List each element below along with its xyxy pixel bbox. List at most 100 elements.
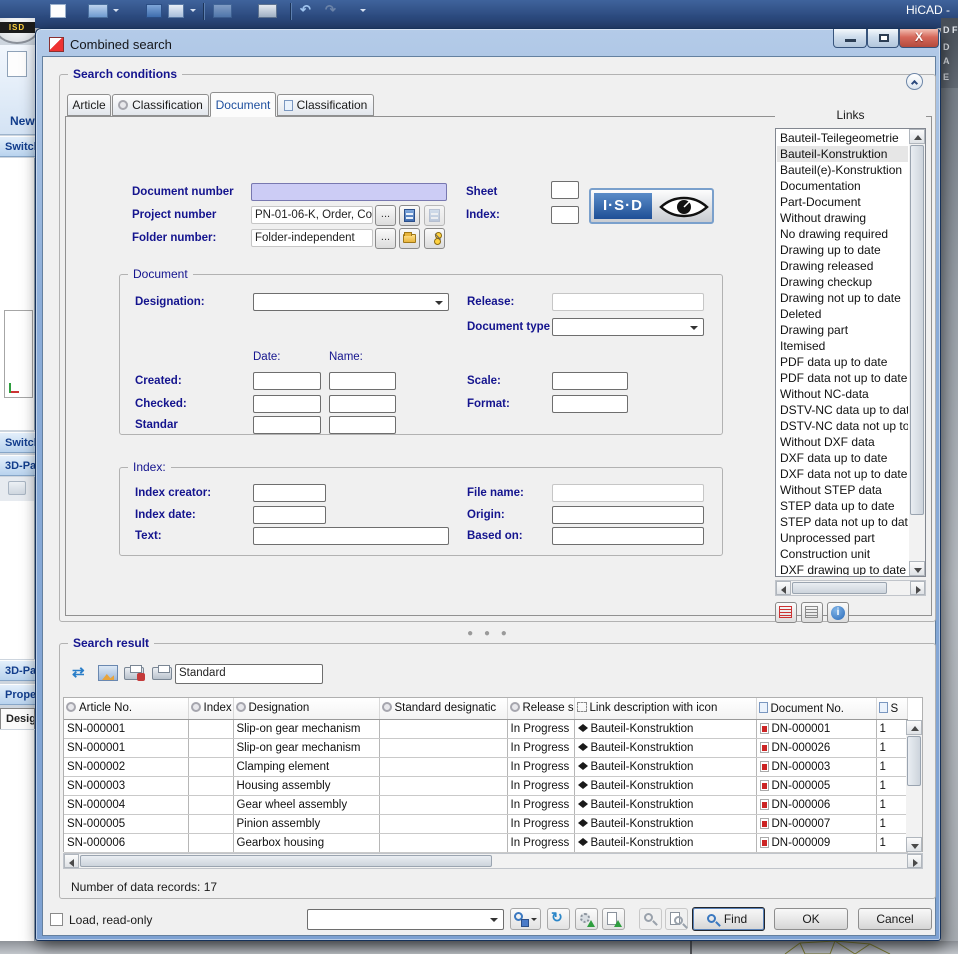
- links-listbox[interactable]: Bauteil-Teilegeometrie Bauteil-Konstrukt…: [775, 128, 926, 577]
- project-number-field[interactable]: PN-01-06-K, Order, Co: [251, 206, 373, 224]
- scroll-left-button[interactable]: [64, 854, 79, 868]
- links-item[interactable]: Without STEP data: [777, 482, 908, 498]
- standard-name-field[interactable]: [329, 416, 396, 434]
- scroll-left-button[interactable]: [776, 581, 791, 595]
- links-item[interactable]: STEP data up to date: [777, 498, 908, 514]
- print-list-button[interactable]: [152, 667, 172, 680]
- refresh-results-button[interactable]: ⇄: [72, 664, 94, 684]
- scroll-down-button[interactable]: [909, 561, 925, 576]
- created-name-field[interactable]: [329, 372, 396, 390]
- save-icon[interactable]: [146, 4, 162, 18]
- find-button[interactable]: Find: [692, 907, 765, 931]
- links-item[interactable]: Without NC-data: [777, 386, 908, 402]
- links-item[interactable]: DSTV-NC data up to dat: [777, 402, 908, 418]
- standard-date-field[interactable]: [253, 416, 321, 434]
- index-creator-field[interactable]: [253, 484, 326, 502]
- table-row[interactable]: SN-000006 Gearbox housing In Progress Ba…: [64, 833, 907, 852]
- scroll-thumb[interactable]: [907, 736, 921, 786]
- checked-date-field[interactable]: [253, 395, 321, 413]
- links-item[interactable]: Part-Document: [777, 194, 908, 210]
- maximize-button[interactable]: [867, 29, 899, 48]
- scroll-right-button[interactable]: [907, 854, 922, 868]
- links-mask-button[interactable]: [801, 602, 823, 623]
- links-item[interactable]: DXF data up to date: [777, 450, 908, 466]
- cancel-button[interactable]: Cancel: [858, 908, 932, 930]
- col-link[interactable]: Link description with icon: [574, 698, 756, 719]
- links-item[interactable]: PDF data up to date: [777, 354, 908, 370]
- col-index[interactable]: Index: [188, 698, 233, 719]
- links-item[interactable]: Construction unit: [777, 546, 908, 562]
- open-icon[interactable]: [88, 4, 108, 18]
- scroll-thumb[interactable]: [910, 145, 924, 515]
- links-item[interactable]: Drawing up to date: [777, 242, 908, 258]
- scroll-thumb[interactable]: [792, 582, 887, 594]
- save-dropdown-icon[interactable]: [190, 9, 196, 15]
- col-sheet[interactable]: S: [876, 698, 907, 719]
- search-options-button[interactable]: [639, 908, 662, 930]
- index-field[interactable]: [551, 206, 579, 224]
- undo-icon[interactable]: ↶: [300, 2, 311, 18]
- document-settings-button[interactable]: [602, 908, 625, 930]
- links-item[interactable]: DXF drawing up to date: [777, 562, 908, 575]
- links-item[interactable]: Drawing part: [777, 322, 908, 338]
- stamp-icon[interactable]: [8, 481, 26, 495]
- tab-classification-1[interactable]: Classification: [112, 94, 209, 116]
- scroll-down-button[interactable]: [906, 837, 922, 852]
- links-item[interactable]: STEP data not up to dat: [777, 514, 908, 530]
- file-name-field[interactable]: [552, 484, 704, 502]
- save-as-icon[interactable]: [168, 4, 184, 18]
- print-locked-button[interactable]: [124, 667, 144, 680]
- tab-document[interactable]: Document: [210, 92, 276, 117]
- save-search-button[interactable]: [510, 908, 541, 930]
- table-row[interactable]: SN-000002 Clamping element In Progress B…: [64, 757, 907, 776]
- origin-field[interactable]: [552, 506, 704, 524]
- links-info-button[interactable]: i: [827, 602, 849, 623]
- folder-browse-button[interactable]: ...: [375, 228, 396, 249]
- tab-classification-2[interactable]: Classification: [277, 94, 374, 116]
- drawing-thumbnail[interactable]: [4, 310, 33, 398]
- sheet-field[interactable]: [551, 181, 579, 199]
- links-item[interactable]: Without DXF data: [777, 434, 908, 450]
- text-field[interactable]: [253, 527, 449, 545]
- links-item[interactable]: Without drawing: [777, 210, 908, 226]
- dock-tab-3d-part-bottom[interactable]: 3D-Par: [0, 660, 35, 681]
- open-dropdown-icon[interactable]: [113, 9, 119, 15]
- col-standard[interactable]: Standard designatic: [379, 698, 507, 719]
- col-designation[interactable]: Designation: [233, 698, 379, 719]
- splitter-handle[interactable]: ● ● ●: [43, 628, 935, 639]
- table-hscrollbar[interactable]: [63, 853, 923, 869]
- scale-field[interactable]: [552, 372, 628, 390]
- collapse-button[interactable]: [906, 73, 923, 90]
- links-item[interactable]: DSTV-NC data not up to: [777, 418, 908, 434]
- load-readonly-checkbox[interactable]: [50, 913, 63, 926]
- scroll-up-button[interactable]: [906, 720, 922, 735]
- table-row[interactable]: SN-000004 Gear wheel assembly In Progres…: [64, 795, 907, 814]
- links-item[interactable]: No drawing required: [777, 226, 908, 242]
- format-field[interactable]: [552, 395, 628, 413]
- links-item[interactable]: Drawing checkup: [777, 274, 908, 290]
- release-field[interactable]: [552, 293, 704, 311]
- dock-tab-design[interactable]: Design: [0, 708, 35, 729]
- preview-document-button[interactable]: [665, 908, 688, 930]
- col-document[interactable]: Document No.: [756, 698, 876, 719]
- based-on-field[interactable]: [552, 527, 704, 545]
- dock-tab-properties[interactable]: Propert: [0, 684, 35, 705]
- links-item[interactable]: DXF data not up to date: [777, 466, 908, 482]
- links-item[interactable]: Drawing not up to date: [777, 290, 908, 306]
- dock-tab-switch[interactable]: Switch: [0, 432, 35, 453]
- close-button[interactable]: X: [899, 29, 939, 48]
- scroll-right-button[interactable]: [910, 581, 925, 595]
- scroll-thumb[interactable]: [80, 855, 492, 867]
- table-vscrollbar[interactable]: [906, 720, 922, 852]
- links-item[interactable]: Bauteil-Teilegeometrie: [777, 130, 908, 146]
- document-type-combo[interactable]: [552, 318, 704, 336]
- scroll-up-button[interactable]: [909, 129, 925, 144]
- new-document-icon[interactable]: [50, 4, 66, 18]
- toolbar-overflow-icon[interactable]: [360, 9, 366, 15]
- project-open-button[interactable]: [399, 205, 420, 226]
- export-view-button[interactable]: [98, 665, 118, 681]
- col-release[interactable]: Release s: [507, 698, 574, 719]
- result-view-combo[interactable]: Standard: [175, 664, 323, 684]
- links-item[interactable]: Itemised: [777, 338, 908, 354]
- ok-button[interactable]: OK: [774, 908, 848, 930]
